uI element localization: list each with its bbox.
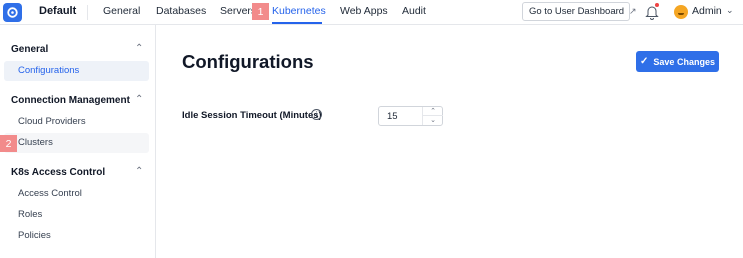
idle-session-timeout-input[interactable] <box>379 107 422 125</box>
sidebar-section-k8s-access-control[interactable]: K8s Access Control <box>11 167 105 178</box>
info-icon[interactable]: i <box>311 109 322 120</box>
chevron-up-icon[interactable]: ⌃ <box>135 43 143 54</box>
chevron-up-icon[interactable]: ⌃ <box>135 94 143 105</box>
save-changes-button[interactable]: ✓ Save Changes <box>636 51 719 72</box>
idle-session-timeout-field[interactable]: ⌃ ⌄ <box>378 106 443 126</box>
sidebar-item-cloud-providers[interactable]: Cloud Providers <box>4 112 149 132</box>
idle-session-timeout-label: Idle Session Timeout (Minutes) <box>182 110 322 121</box>
tab-audit[interactable]: Audit <box>402 5 426 17</box>
chevron-down-icon[interactable]: ⌄ <box>423 116 443 125</box>
external-link-icon: ↗ <box>629 6 637 16</box>
notification-dot <box>655 3 659 7</box>
top-bar: Default General Databases Servers Kubern… <box>0 0 743 25</box>
avatar[interactable] <box>674 5 688 19</box>
sidebar-section-general[interactable]: General <box>11 44 48 55</box>
annotation-badge-2: 2 <box>0 135 17 152</box>
tab-web-apps[interactable]: Web Apps <box>340 5 388 17</box>
sidebar-item-configurations[interactable]: Configurations <box>4 61 149 81</box>
page-title: Configurations <box>182 51 314 72</box>
sidebar-item-clusters[interactable]: Clusters <box>4 133 149 153</box>
chevron-up-icon[interactable]: ⌃ <box>423 107 443 116</box>
sidebar-item-policies[interactable]: Policies <box>4 226 149 246</box>
annotation-badge-1: 1 <box>252 3 269 20</box>
go-to-user-dashboard-button[interactable]: Go to User Dashboard ↗ <box>522 2 637 21</box>
user-name[interactable]: Admin <box>692 5 722 17</box>
active-tab-indicator <box>272 22 322 24</box>
workspace-name[interactable]: Default <box>39 5 76 17</box>
tab-servers[interactable]: Servers <box>220 5 256 17</box>
tab-kubernetes[interactable]: Kubernetes <box>272 5 326 17</box>
dashboard-button-label: Go to User Dashboard <box>529 6 625 17</box>
chevron-up-icon[interactable]: ⌃ <box>135 166 143 177</box>
save-changes-label: Save Changes <box>653 56 715 67</box>
quantity-stepper[interactable]: ⌃ ⌄ <box>422 107 443 125</box>
sidebar-item-access-control[interactable]: Access Control <box>4 184 149 204</box>
divider <box>87 5 88 20</box>
app-logo-icon[interactable] <box>3 3 22 22</box>
sidebar: General ⌃ Configurations Connection Mana… <box>0 25 156 258</box>
chevron-down-icon[interactable]: ⌄ <box>726 5 734 16</box>
sidebar-item-roles[interactable]: Roles <box>4 205 149 225</box>
tab-general[interactable]: General <box>103 5 140 17</box>
check-icon: ✓ <box>640 56 649 67</box>
tab-databases[interactable]: Databases <box>156 5 206 17</box>
sidebar-section-connection-management[interactable]: Connection Management <box>11 95 130 106</box>
